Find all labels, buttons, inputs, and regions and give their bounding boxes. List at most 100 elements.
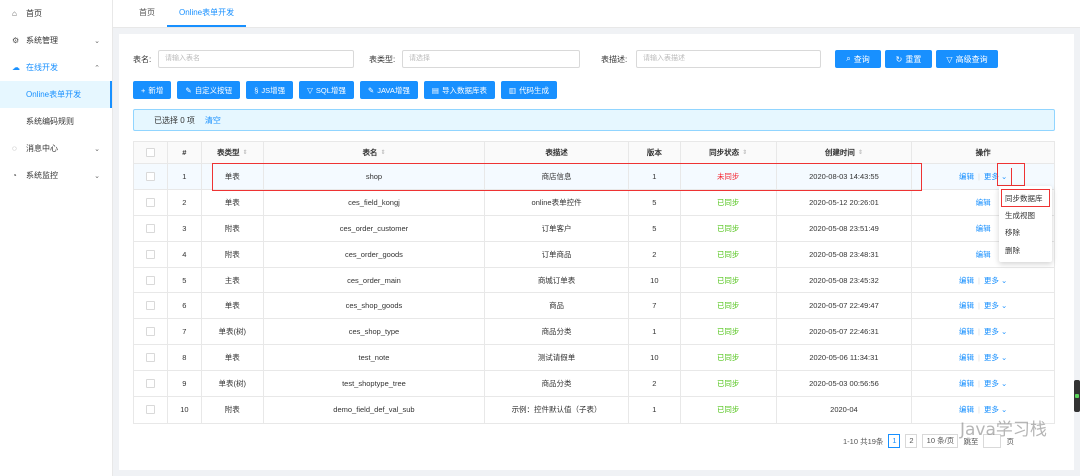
query-button[interactable]: ⌕ 查询 xyxy=(835,50,881,68)
row-actions: 编辑 | 更多 ⌄ xyxy=(958,378,1008,389)
sidebar-item-monitor[interactable]: ◔ 系统监控 ⌄ xyxy=(0,162,112,189)
sidebar-item-messages[interactable]: ◌ 消息中心 ⌄ xyxy=(0,135,112,162)
row-checkbox[interactable] xyxy=(145,249,155,259)
row-desc: 商品分类 xyxy=(485,319,629,345)
table-name-input[interactable]: 请输入表名 xyxy=(158,50,354,68)
row-checkbox[interactable] xyxy=(145,327,155,337)
table-row[interactable]: 7 单表(树) ces_shop_type 商品分类 1 已同步 2020-05… xyxy=(134,319,1054,346)
row-checkbox[interactable] xyxy=(145,171,155,181)
sidebar-item-online-form[interactable]: Online表单开发 xyxy=(0,81,112,108)
table-row[interactable]: 6 单表 ces_shop_goods 商品 7 已同步 2020-05-07 … xyxy=(134,293,1054,320)
more-link[interactable]: 更多 ⌄ xyxy=(984,352,1007,363)
more-link[interactable]: 更多 ⌄ xyxy=(984,326,1007,337)
table-type-select[interactable]: 请选择 xyxy=(402,50,580,68)
edit-link[interactable]: 编辑 xyxy=(959,326,974,337)
row-checkbox[interactable] xyxy=(145,223,155,233)
add-button[interactable]: + 新增 xyxy=(133,81,172,99)
header-sync[interactable]: 同步状态 ⇕ xyxy=(681,142,777,163)
advanced-query-button[interactable]: ▽ 高级查询 xyxy=(936,50,998,68)
import-db-table-button[interactable]: ▤ 导入数据库表 xyxy=(423,81,495,99)
sort-icon: ⇕ xyxy=(742,150,748,156)
sidebar-item-home[interactable]: ⌂ 首页 xyxy=(0,0,112,27)
table-row[interactable]: 10 附表 demo_field_def_val_sub 示例：控件默认值（子表… xyxy=(134,397,1054,423)
dropdown-delete[interactable]: 删除 xyxy=(999,242,1052,260)
header-time[interactable]: 创建时间 ⇕ xyxy=(777,142,913,163)
java-enhance-button[interactable]: ✎ JAVA增强 xyxy=(359,81,418,99)
toolbar: + 新增 ✎ 自定义按钮 § JS增强 ▽ SQL增强 ✎ JAVA增强 ▤ 导入数据库表 … xyxy=(133,81,558,99)
table-icon: ▤ xyxy=(431,85,439,95)
edit-link[interactable]: 编辑 xyxy=(959,300,974,311)
row-checkbox[interactable] xyxy=(145,197,155,207)
table-desc-label: 表描述: xyxy=(601,55,628,64)
row-checkbox[interactable] xyxy=(145,353,155,363)
row-type: 附表 xyxy=(202,241,264,267)
tab-bar: 首页 Online表单开发 xyxy=(113,0,1080,28)
edit-link[interactable]: 编辑 xyxy=(959,404,974,415)
edit-link[interactable]: 编辑 xyxy=(976,249,991,260)
custom-button-button[interactable]: ✎ 自定义按钮 xyxy=(177,81,241,99)
table-row[interactable]: 8 单表 test_note 测试请假单 10 已同步 2020-05-06 1… xyxy=(134,345,1054,372)
row-create-time: 2020-05-08 23:48:31 xyxy=(777,241,913,267)
select-all-checkbox[interactable] xyxy=(145,148,155,157)
reset-button[interactable]: ↻ 重置 xyxy=(885,50,932,68)
row-checkbox[interactable] xyxy=(145,275,155,285)
more-link[interactable]: 更多 ⌄ xyxy=(984,300,1007,311)
clear-selection-link[interactable]: 清空 xyxy=(205,115,221,126)
filter-icon: ▽ xyxy=(946,54,953,64)
dropdown-remove[interactable]: 移除 xyxy=(999,224,1052,242)
page-2-button[interactable]: 2 xyxy=(905,434,918,448)
sidebar-item-online-dev[interactable]: ☁ 在线开发 ⌃ xyxy=(0,54,112,81)
link-icon: § xyxy=(254,85,259,95)
edit-link[interactable]: 编辑 xyxy=(959,352,974,363)
page-size-select[interactable]: 10 条/页 xyxy=(922,434,959,448)
edit-link[interactable]: 编辑 xyxy=(959,378,974,389)
dropdown-gen-view[interactable]: 生成视图 xyxy=(999,207,1052,225)
tab-online-form[interactable]: Online表单开发 xyxy=(167,0,247,27)
file-icon: ▥ xyxy=(508,85,517,95)
table-desc-input[interactable]: 请输入表描述 xyxy=(636,50,821,68)
js-enhance-button[interactable]: § JS增强 xyxy=(246,81,294,99)
table-row[interactable]: 5 主表 ces_order_main 商城订单表 10 已同步 2020-05… xyxy=(134,267,1054,294)
row-index: 9 xyxy=(168,371,202,397)
header-desc: 表描述 xyxy=(485,142,629,163)
dropdown-sync-db[interactable]: 同步数据库 xyxy=(1001,189,1050,207)
table-row[interactable]: 2 单表 ces_field_kongj online表单控件 5 已同步 20… xyxy=(134,189,1054,216)
tab-home[interactable]: 首页 xyxy=(127,0,167,27)
more-link[interactable]: 更多 ⌄ xyxy=(984,275,1007,286)
more-dropdown-menu: 同步数据库 生成视图 移除 删除 xyxy=(999,186,1052,262)
edit-link[interactable]: 编辑 xyxy=(959,171,974,182)
sidebar-item-code-rules[interactable]: 系统编码规则 xyxy=(0,108,112,135)
table-row[interactable]: 3 附表 ces_order_customer 订单客户 5 已同步 2020-… xyxy=(134,215,1054,242)
sql-enhance-button[interactable]: ▽ SQL增强 xyxy=(299,81,354,99)
more-link[interactable]: 更多 ⌄ xyxy=(984,378,1007,389)
row-create-time: 2020-05-12 20:26:01 xyxy=(777,189,913,215)
row-checkbox[interactable] xyxy=(145,379,155,389)
edit-link[interactable]: 编辑 xyxy=(976,223,991,234)
filter-icon: ▽ xyxy=(307,85,313,95)
edit-link[interactable]: 编辑 xyxy=(976,197,991,208)
chevron-down-icon: ⌄ xyxy=(1001,301,1008,311)
row-sync-status: 已同步 xyxy=(681,293,777,319)
header-name[interactable]: 表名 ⇕ xyxy=(264,142,486,163)
header-actions: 操作 xyxy=(975,148,991,157)
selection-alert: 已选择 0 项 清空 xyxy=(133,109,1055,131)
header-type[interactable]: 表类型 ⇕ xyxy=(202,142,264,163)
table-header: # 表类型 ⇕ 表名 ⇕ 表描述 版本 同步状态 ⇕ 创建时间 ⇕ 操作 xyxy=(134,142,1054,164)
row-desc: 商品 xyxy=(485,293,629,319)
table-row[interactable]: 4 附表 ces_order_goods 订单商品 2 已同步 2020-05-… xyxy=(134,241,1054,268)
row-checkbox[interactable] xyxy=(145,301,155,311)
row-actions: 编辑 | 更多 ⌄ xyxy=(958,352,1008,363)
row-create-time: 2020-05-06 11:34:31 xyxy=(777,345,913,371)
row-checkbox[interactable] xyxy=(145,405,155,415)
row-version: 1 xyxy=(629,397,681,423)
table-row[interactable]: 9 单表(树) test_shoptype_tree 商品分类 2 已同步 20… xyxy=(134,371,1054,398)
search-icon: ⌕ xyxy=(846,54,851,63)
edit-link[interactable]: 编辑 xyxy=(959,275,974,286)
more-link[interactable]: 更多 ⌄ xyxy=(984,404,1007,415)
code-generate-button[interactable]: ▥ 代码生成 xyxy=(500,81,558,99)
page-1-button[interactable]: 1 xyxy=(888,434,901,448)
row-sync-status: 已同步 xyxy=(681,345,777,371)
row-version: 10 xyxy=(629,267,681,293)
sidebar-item-system[interactable]: ⚙ 系统管理 ⌄ xyxy=(0,27,112,54)
row-version: 2 xyxy=(629,371,681,397)
